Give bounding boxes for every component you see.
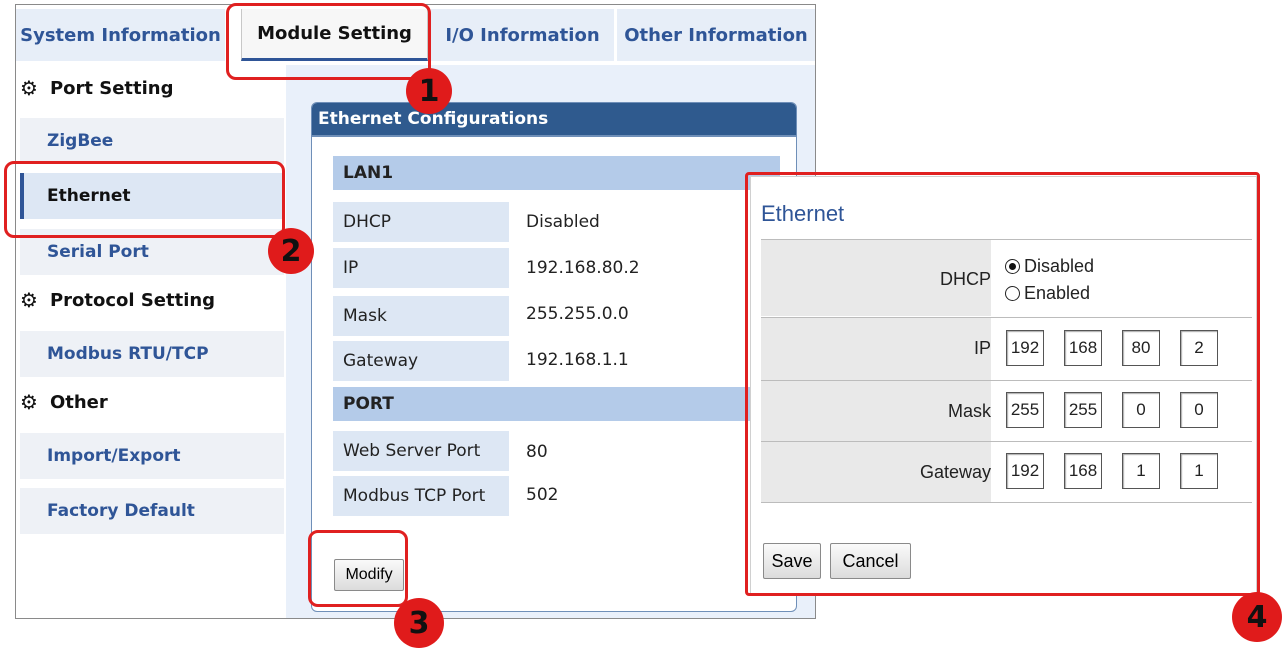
gear-icon: ⚙ xyxy=(20,288,38,312)
gateway-value: 192.168.1.1 xyxy=(526,350,629,370)
panel-title: Ethernet Configurations xyxy=(312,103,796,137)
section-lan1: LAN1 xyxy=(333,156,780,190)
menu-heading-protocol-setting: ⚙ Protocol Setting xyxy=(20,288,216,312)
dhcp-label: DHCP xyxy=(333,202,509,242)
mask-label: Mask xyxy=(333,296,509,336)
highlight-modify xyxy=(308,530,408,607)
highlight-ethernet xyxy=(4,161,285,238)
mask-value: 255.255.0.0 xyxy=(526,304,629,324)
sidebar-item-modbus[interactable]: Modbus RTU/TCP xyxy=(20,331,284,377)
gateway-label: Gateway xyxy=(333,341,509,381)
highlight-ethernet-dialog xyxy=(745,172,1260,596)
ip-label: IP xyxy=(333,248,509,288)
tab-other-information[interactable]: Other Information xyxy=(617,9,815,61)
tab-system-information[interactable]: System Information xyxy=(16,9,225,61)
modbus-port-value: 502 xyxy=(526,485,559,505)
gear-icon: ⚙ xyxy=(20,390,38,414)
web-port-label: Web Server Port xyxy=(333,431,509,471)
tab-io-information[interactable]: I/O Information xyxy=(431,9,614,61)
section-port: PORT xyxy=(333,387,780,421)
menu-heading-other: ⚙ Other xyxy=(20,390,108,414)
callout-2: 2 xyxy=(268,228,314,274)
dhcp-value: Disabled xyxy=(526,212,600,232)
sidebar-item-import-export[interactable]: Import/Export xyxy=(20,433,284,479)
modbus-port-label: Modbus TCP Port xyxy=(333,476,509,516)
gear-icon: ⚙ xyxy=(20,76,38,100)
web-port-value: 80 xyxy=(526,442,548,462)
highlight-module-setting xyxy=(226,3,431,80)
ip-value: 192.168.80.2 xyxy=(526,258,640,278)
sidebar-item-factory-default[interactable]: Factory Default xyxy=(20,488,284,534)
callout-1: 1 xyxy=(406,68,452,114)
sidebar-item-zigbee[interactable]: ZigBee xyxy=(20,118,284,164)
menu-heading-port-setting: ⚙ Port Setting xyxy=(20,76,174,100)
callout-4: 4 xyxy=(1232,592,1282,642)
callout-3: 3 xyxy=(394,598,444,648)
